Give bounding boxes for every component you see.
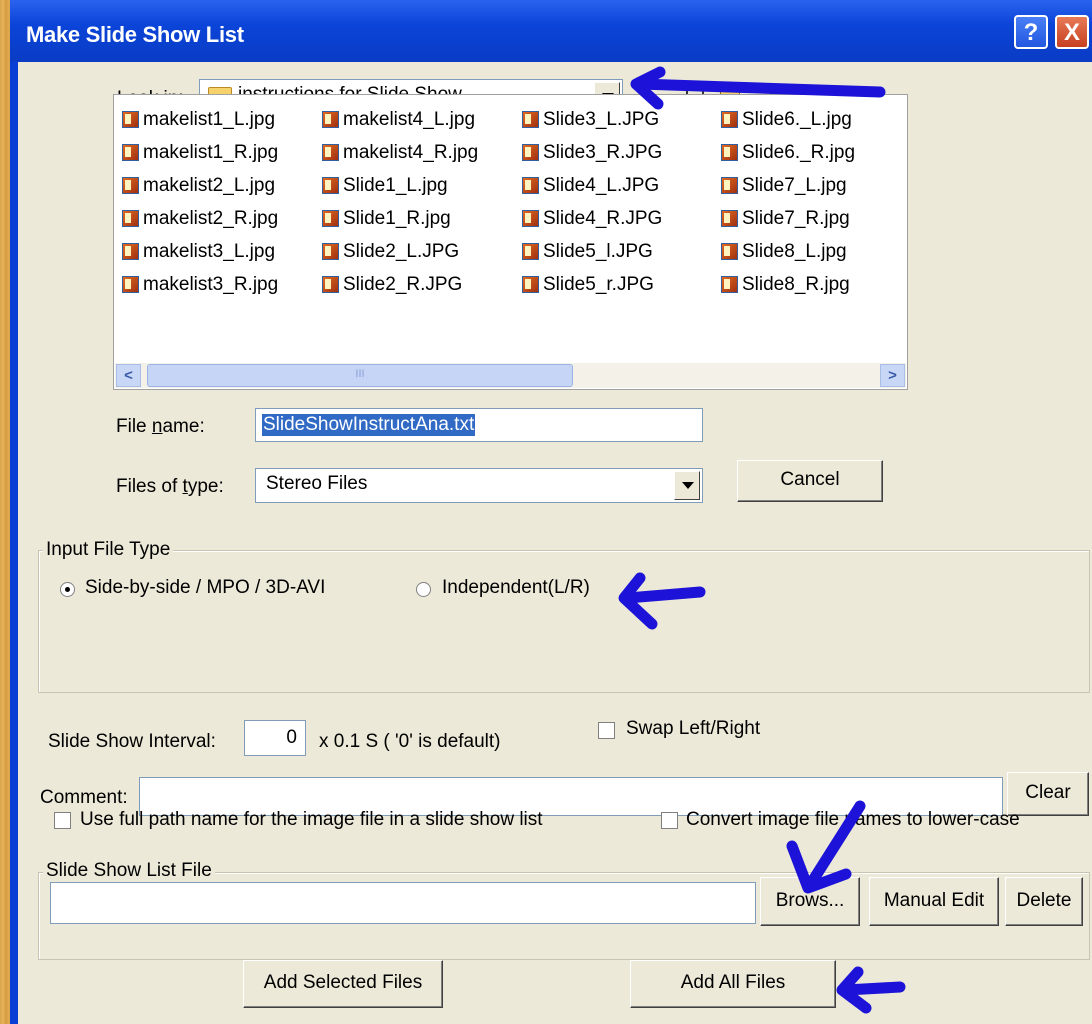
annotation-arrow-browse (786, 800, 866, 894)
annotation-arrow-independent (618, 572, 706, 630)
annotation-arrow-add-all (836, 966, 906, 1014)
annotation-arrow-look-in (630, 66, 886, 110)
annotation-arrows (618, 66, 906, 1014)
